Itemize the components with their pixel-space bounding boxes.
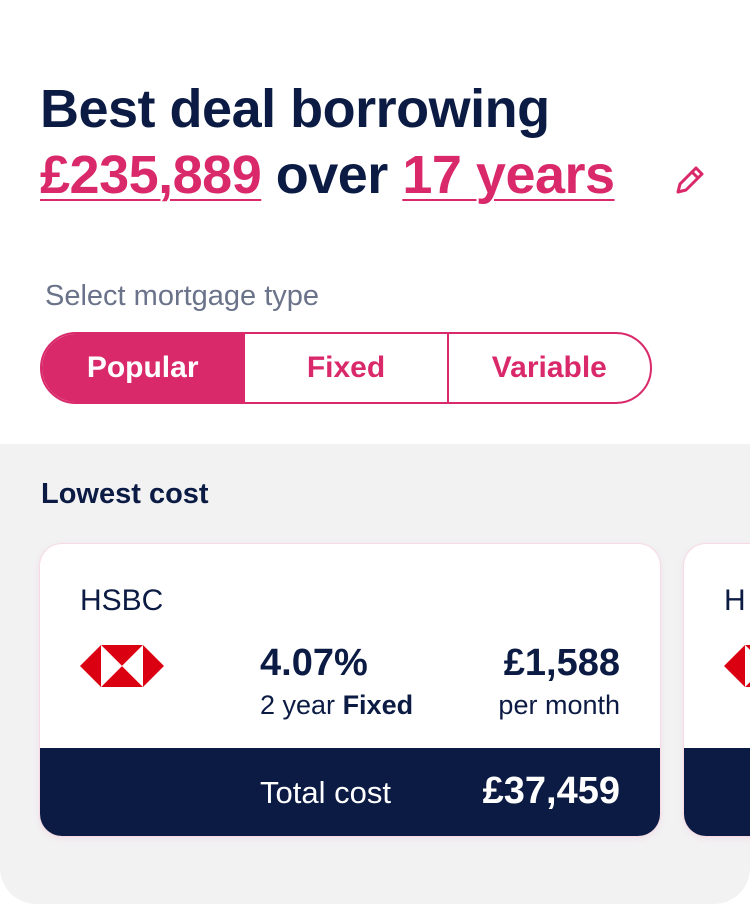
term-years-link[interactable]: 17 years (402, 145, 615, 205)
total-cost-value: £37,459 (482, 770, 620, 812)
deal-card-next[interactable]: H (684, 544, 750, 836)
mortgage-type-option-fixed[interactable]: Fixed (243, 334, 446, 402)
product-term: 2 year Fixed (260, 690, 413, 721)
mortgage-type-option-variable[interactable]: Variable (446, 334, 650, 402)
total-cost-bar (684, 748, 750, 836)
term-years: 2 year (260, 690, 336, 720)
mortgage-type-option-popular[interactable]: Popular (42, 334, 244, 402)
per-month-label: per month (498, 690, 620, 720)
total-cost-bar: Total cost £37,459 (40, 748, 660, 836)
monthly-payment: £1,588 (503, 642, 620, 684)
mortgage-type-selector: Popular Fixed Variable (40, 332, 652, 404)
title-connector: over (275, 145, 389, 205)
results-panel: Lowest cost HSBC 4.07% 2 year Fixed £1,5… (0, 444, 750, 904)
title-line-2: £235,889 over 17 years (40, 142, 730, 208)
borrowing-amount-link[interactable]: £235,889 (40, 145, 262, 205)
pencil-icon[interactable] (672, 162, 708, 198)
mortgage-results-page: Best deal borrowing £235,889 over 17 yea… (0, 0, 750, 904)
mortgage-type-label: Select mortgage type (45, 280, 320, 312)
lender-name: H (724, 584, 746, 617)
hsbc-logo-icon (80, 645, 164, 687)
hsbc-logo-icon (724, 645, 750, 687)
product-type: Fixed (342, 690, 414, 720)
page-title: Best deal borrowing £235,889 over 17 yea… (40, 76, 730, 208)
lender-name: HSBC (80, 584, 164, 617)
interest-rate: 4.07% (260, 642, 368, 684)
section-title: Lowest cost (41, 478, 209, 510)
deal-card[interactable]: HSBC 4.07% 2 year Fixed £1,588 per month… (40, 544, 660, 836)
total-cost-label: Total cost (260, 775, 391, 810)
title-line-1: Best deal borrowing (40, 79, 550, 139)
